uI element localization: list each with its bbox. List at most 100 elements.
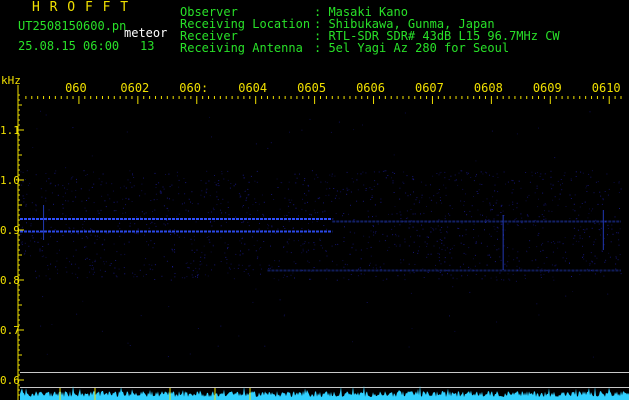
- noise-speck: [350, 191, 352, 193]
- noise-speck: [557, 241, 559, 243]
- noise-speck: [189, 353, 191, 355]
- noise-speck: [218, 185, 220, 187]
- noise-speck: [441, 227, 443, 228]
- noise-speck: [432, 228, 434, 230]
- noise-speck: [154, 209, 156, 211]
- noise-speck: [45, 197, 47, 199]
- noise-speck: [538, 127, 539, 129]
- noise-speck: [579, 235, 581, 237]
- noise-speck: [174, 276, 176, 278]
- noise-speck: [143, 213, 145, 215]
- noise-speck: [284, 215, 286, 217]
- noise-speck: [139, 195, 141, 197]
- noise-speck: [45, 275, 47, 277]
- noise-speck: [512, 203, 514, 205]
- x-tick-label: 060:: [179, 81, 208, 95]
- noise-speck: [256, 240, 258, 242]
- noise-speck: [395, 235, 397, 237]
- noise-speck: [247, 188, 249, 190]
- noise-speck: [579, 274, 581, 276]
- noise-speck: [500, 212, 502, 213]
- noise-speck: [357, 173, 359, 175]
- noise-speck: [542, 227, 544, 229]
- noise-speck: [259, 230, 261, 232]
- noise-speck: [370, 255, 372, 257]
- noise-speck: [308, 229, 310, 231]
- noise-speck: [113, 272, 115, 274]
- noise-speck: [210, 251, 212, 253]
- noise-speck: [601, 203, 603, 205]
- noise-speck: [131, 186, 133, 188]
- noise-speck: [283, 315, 285, 317]
- noise-speck: [86, 257, 88, 259]
- noise-speck: [98, 212, 100, 214]
- noise-speck: [378, 171, 380, 173]
- noise-speck: [425, 184, 427, 186]
- y-tick-label: 0.9: [0, 224, 20, 237]
- noise-speck: [590, 210, 592, 212]
- noise-speck: [497, 177, 499, 178]
- noise-speck: [168, 198, 170, 200]
- noise-speck: [461, 179, 462, 181]
- noise-speck: [455, 179, 457, 181]
- noise-speck: [123, 232, 125, 234]
- noise-speck: [507, 261, 509, 263]
- noise-speck: [150, 223, 152, 224]
- noise-speck: [408, 263, 410, 265]
- noise-speck: [304, 241, 306, 243]
- noise-speck: [314, 200, 316, 202]
- noise-speck: [92, 273, 94, 275]
- noise-speck: [301, 227, 303, 229]
- noise-speck: [104, 270, 106, 272]
- noise-speck: [45, 190, 47, 192]
- noise-speck: [615, 257, 617, 259]
- noise-speck: [429, 197, 431, 199]
- noise-speck: [242, 174, 244, 176]
- noise-speck: [83, 221, 85, 222]
- noise-speck: [71, 272, 73, 274]
- noise-speck: [145, 212, 147, 214]
- noise-speck: [449, 214, 451, 216]
- noise-speck: [466, 172, 468, 174]
- noise-speck: [399, 187, 401, 189]
- noise-speck: [447, 273, 448, 275]
- noise-speck: [221, 171, 223, 172]
- noise-speck: [507, 273, 509, 275]
- noise-speck: [227, 248, 228, 250]
- noise-speck: [197, 328, 199, 329]
- noise-speck: [152, 247, 154, 249]
- noise-speck: [487, 254, 489, 256]
- noise-speck: [302, 248, 304, 250]
- noise-speck: [229, 268, 231, 270]
- noise-speck: [497, 191, 499, 193]
- x-tick-label: 0602: [120, 81, 149, 95]
- noise-speck: [230, 183, 232, 184]
- noise-speck: [477, 209, 479, 211]
- noise-speck: [441, 248, 443, 250]
- noise-speck: [525, 200, 527, 202]
- noise-speck: [22, 181, 24, 183]
- noise-speck: [439, 272, 441, 273]
- noise-speck: [237, 267, 239, 269]
- noise-speck: [141, 183, 143, 185]
- noise-speck: [575, 171, 577, 173]
- noise-speck: [419, 200, 421, 202]
- noise-speck: [103, 263, 105, 265]
- noise-speck: [438, 189, 440, 190]
- noise-speck: [36, 128, 38, 130]
- noise-speck: [65, 192, 66, 194]
- noise-speck: [494, 184, 496, 186]
- noise-speck: [465, 193, 466, 195]
- noise-speck: [384, 240, 386, 242]
- noise-speck: [72, 127, 74, 129]
- noise-speck: [134, 223, 136, 225]
- noise-speck: [305, 210, 307, 212]
- noise-speck: [204, 274, 206, 276]
- noise-speck: [436, 173, 438, 174]
- noise-speck: [65, 200, 67, 202]
- noise-speck: [68, 227, 70, 229]
- noise-speck: [514, 219, 516, 221]
- noise-speck: [504, 264, 506, 266]
- noise-speck: [166, 197, 168, 199]
- noise-speck: [168, 306, 170, 308]
